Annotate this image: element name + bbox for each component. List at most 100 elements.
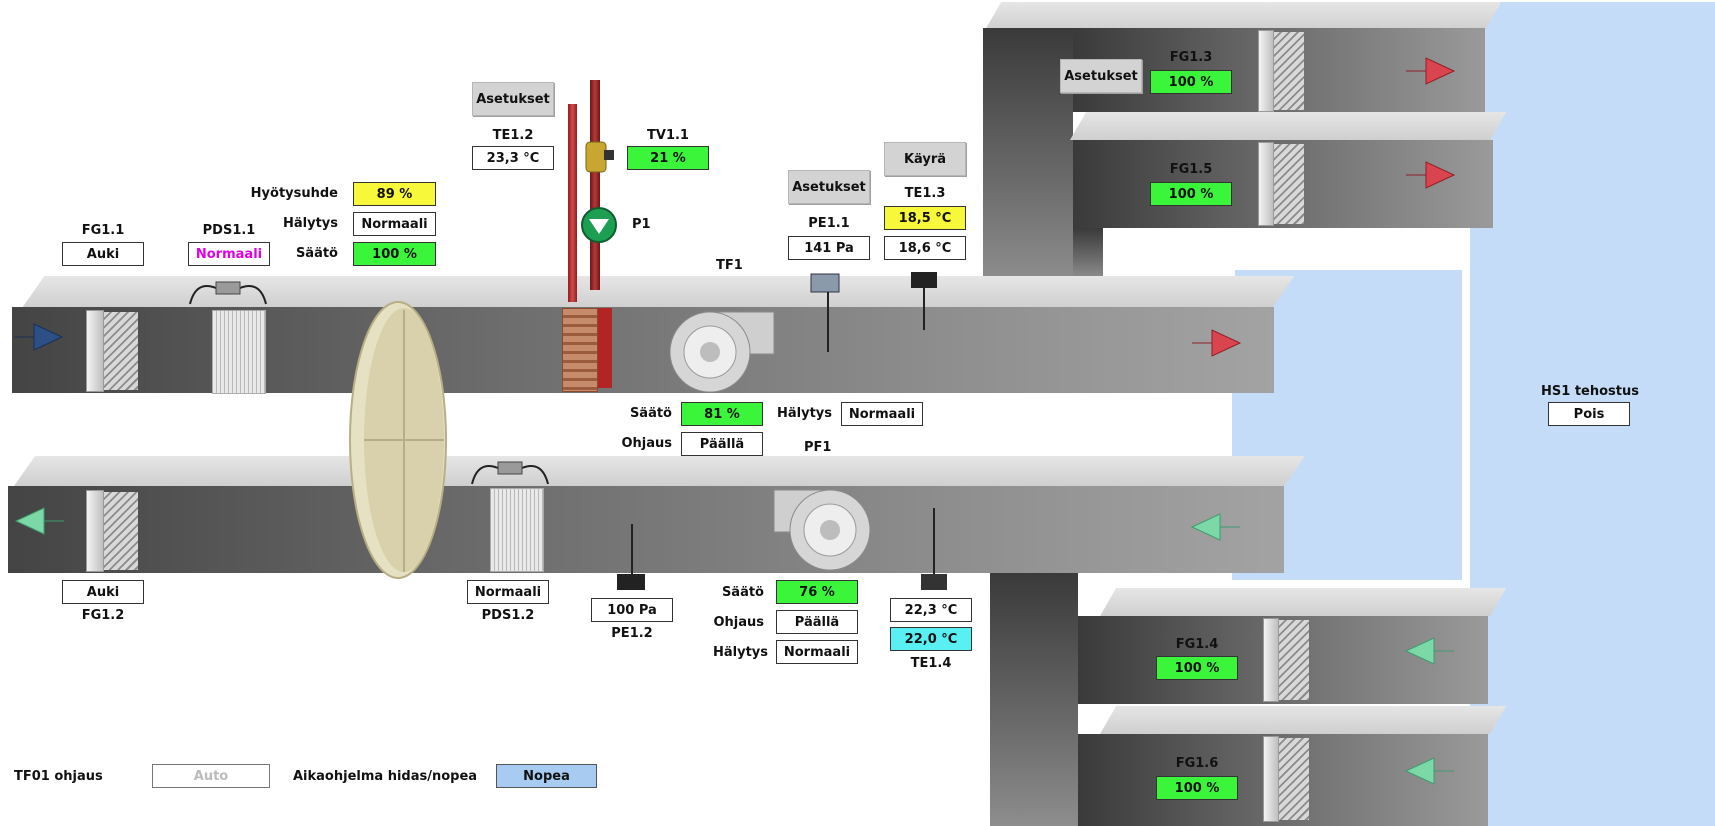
fg15-damper [1258,142,1274,226]
branch-duct-fg15-top [1070,112,1507,140]
hr-alarm-value[interactable]: Normaali [353,212,436,236]
pds12-pressure-switch-icon [471,461,549,485]
branch-duct-fg16-top [1100,706,1507,734]
tf1-alarm-label: Hälytys [776,406,832,421]
supply-duct [12,307,1274,393]
tv11-value[interactable]: 21 % [627,146,709,170]
te14-actual-value[interactable]: 22,3 °C [890,598,972,622]
tf01-control-value[interactable]: Auto [152,764,270,788]
fg12-value[interactable]: Auki [62,580,144,604]
fg15-value[interactable]: 100 % [1150,182,1232,206]
te14-setpoint-value[interactable]: 22,0 °C [890,627,972,651]
pf1-label: PF1 [804,440,832,455]
branch-riser-mid [1073,228,1103,278]
settings-button-branch[interactable]: Asetukset [1060,59,1142,93]
hr-alarm-label: Hälytys [282,216,338,231]
te14-temperature-sensor-icon [921,508,947,590]
fg14-damper [1263,618,1279,702]
pf1-alarm-value[interactable]: Normaali [776,640,858,664]
pf1-cmd-value[interactable]: Päällä [776,610,858,634]
fg14-exhaust-arrow-icon [1404,637,1454,665]
supply-pipe [590,80,600,290]
pe12-label: PE1.2 [611,626,653,641]
branch-riser-lower [990,573,1078,826]
te13-setpoint-value[interactable]: 18,5 °C [884,206,966,230]
fg13-damper-slats [1274,32,1304,110]
fg11-damper [86,310,104,392]
pe12-pressure-sensor-icon [617,524,645,590]
fg16-exhaust-arrow-icon [1404,757,1454,785]
tv11-label: TV1.1 [647,128,689,143]
exhaust-fg12-damper [86,490,104,572]
schedule-value[interactable]: Nopea [496,764,597,788]
pf1-control-value[interactable]: 76 % [776,580,858,604]
hr-control-value[interactable]: 100 % [353,242,436,266]
return-pipe [568,104,577,302]
exhaust-duct-top [14,456,1306,486]
exhaust-arrow-icon [1190,513,1240,541]
tf1-control-value[interactable]: 81 % [681,402,763,426]
te13-label: TE1.3 [904,186,946,201]
fg16-damper-slats [1279,738,1309,820]
fg14-value[interactable]: 100 % [1156,656,1238,680]
fg11-value[interactable]: Auki [62,242,144,266]
pds12-value[interactable]: Normaali [467,580,549,604]
pe11-pressure-sensor-icon [810,273,840,352]
schedule-label: Aikaohjelma hidas/nopea [293,769,478,784]
te14-label: TE1.4 [910,656,952,671]
te13-temperature-sensor-icon [911,272,937,330]
curve-button-te13[interactable]: Käyrä [884,142,966,176]
pf1-alarm-label: Hälytys [712,645,768,660]
fg14-damper-slats [1279,620,1309,700]
tf1-label: TF1 [716,258,743,273]
pds11-pressure-switch-icon [189,281,267,305]
fg11-label: FG1.1 [81,223,125,238]
pe12-value[interactable]: 100 Pa [591,598,673,622]
te12-value[interactable]: 23,3 °C [472,146,554,170]
heating-coil [562,308,598,392]
hs1-label: HS1 tehostus [1541,384,1639,399]
tf1-cmd-value[interactable]: Päällä [681,432,763,456]
tf1-alarm-value[interactable]: Normaali [841,402,923,426]
fg16-value[interactable]: 100 % [1156,776,1238,800]
te12-label: TE1.2 [492,128,534,143]
fg14-label: FG1.4 [1175,637,1219,652]
settings-button-pe11[interactable]: Asetukset [788,170,870,204]
pf1-cmd-label: Ohjaus [713,615,764,630]
fg15-damper-slats [1274,144,1304,224]
supply-arrow-icon [1192,329,1242,357]
branch-duct-top-upper [985,2,1502,30]
rotary-heat-exchanger-icon [349,301,447,579]
branch-gap [1100,230,1235,278]
intake-arrow-icon [14,323,64,351]
valve-icon [585,141,614,173]
hs1-value[interactable]: Pois [1548,402,1630,426]
fg15-supply-arrow-icon [1406,161,1456,189]
efficiency-value[interactable]: 89 % [353,182,436,206]
pe11-value[interactable]: 141 Pa [788,236,870,260]
tf01-control-label: TF01 ohjaus [14,769,103,784]
branch-duct-fg14-top [1100,588,1507,616]
pds12-label: PDS1.2 [481,608,535,623]
fg13-value[interactable]: 100 % [1150,70,1232,94]
fg11-damper-slats [104,312,138,390]
fg12-label: FG1.2 [81,608,125,623]
fg12-damper-slats [104,492,138,570]
pf1-control-label: Säätö [721,585,764,600]
tf1-control-label: Säätö [629,406,672,421]
p1-label: P1 [632,217,651,232]
heating-coil-panel [598,308,612,388]
fg15-label: FG1.5 [1169,162,1213,177]
supply-fan-icon [669,311,775,393]
settings-button-te12[interactable]: Asetukset [472,82,554,116]
te13-actual-value[interactable]: 18,6 °C [884,236,966,260]
efficiency-label: Hyötysuhde [250,186,338,201]
exhaust-out-arrow-icon [14,507,64,535]
supply-filter [212,310,266,394]
fg13-label: FG1.3 [1169,50,1213,65]
fg13-damper [1258,30,1274,112]
tf1-cmd-label: Ohjaus [621,436,672,451]
fg16-damper [1263,736,1279,822]
pump-icon [581,207,617,243]
fg16-label: FG1.6 [1175,756,1219,771]
